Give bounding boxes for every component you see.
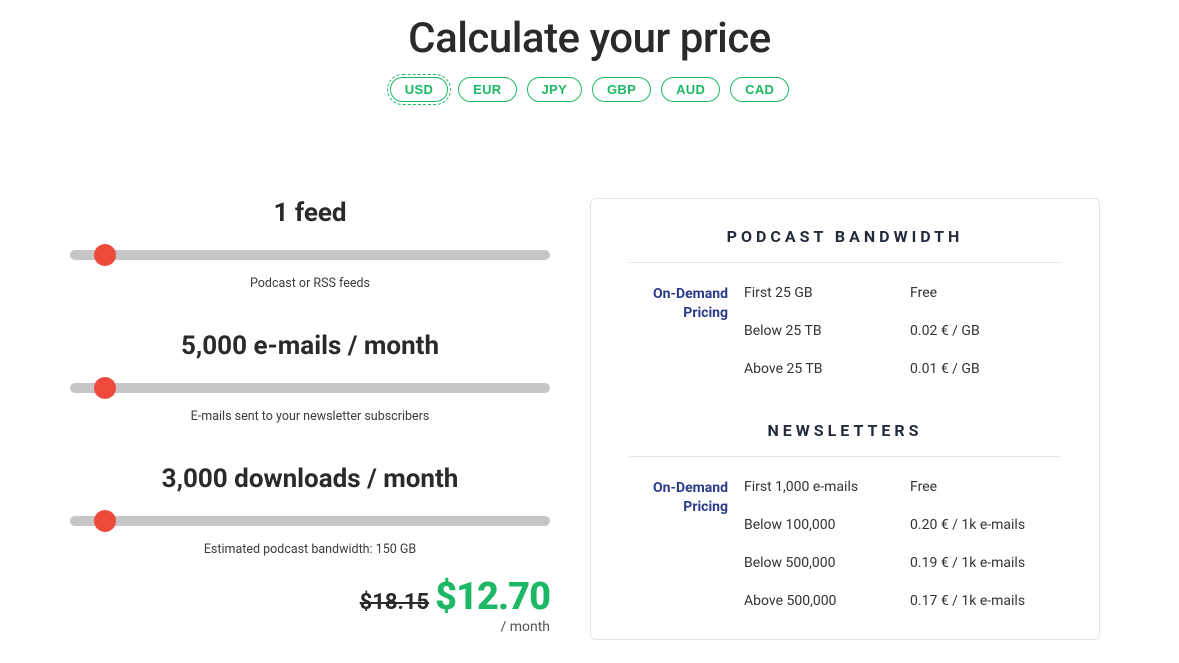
bandwidth-table: On-Demand Pricing First 25 GB Free Below… (629, 285, 1061, 377)
currency-jpy[interactable]: JPY (527, 77, 582, 102)
tier-price: Free (910, 479, 1061, 495)
tier-price: Free (910, 285, 1061, 301)
slider-track (70, 250, 550, 260)
currency-cad[interactable]: CAD (730, 77, 789, 102)
slider-track (70, 383, 550, 393)
price-new: $12.70 (435, 575, 550, 619)
table-row: Above 25 TB 0.01 € / GB (744, 361, 1061, 377)
price-row: $18.15$12.70 (70, 575, 550, 619)
table-row: Below 100,000 0.20 € / 1k e-mails (744, 517, 1061, 533)
table-row: Below 500,000 0.19 € / 1k e-mails (744, 555, 1061, 571)
feeds-heading: 1 feed (70, 198, 550, 228)
table-row: First 25 GB Free (744, 285, 1061, 301)
bandwidth-label: On-Demand Pricing (629, 285, 744, 377)
tier-price: 0.20 € / 1k e-mails (910, 517, 1061, 533)
tier: Above 25 TB (744, 361, 910, 377)
tier: Above 500,000 (744, 593, 910, 609)
page-title: Calculate your price (0, 14, 1179, 63)
tier: Below 500,000 (744, 555, 910, 571)
newsletters-table: On-Demand Pricing First 1,000 e-mails Fr… (629, 479, 1061, 609)
bandwidth-title: PODCAST BANDWIDTH (629, 227, 1061, 246)
currency-gbp[interactable]: GBP (592, 77, 651, 102)
table-row: First 1,000 e-mails Free (744, 479, 1061, 495)
downloads-slider[interactable] (70, 510, 550, 532)
downloads-heading: 3,000 downloads / month (70, 464, 550, 494)
price-period: / month (70, 619, 550, 635)
emails-heading: 5,000 e-mails / month (70, 331, 550, 361)
downloads-caption: Estimated podcast bandwidth: 150 GB (70, 542, 550, 557)
emails-slider-block: 5,000 e-mails / month E-mails sent to yo… (70, 331, 550, 424)
tier: Below 25 TB (744, 323, 910, 339)
newsletters-label: On-Demand Pricing (629, 479, 744, 609)
slider-thumb[interactable] (94, 244, 116, 266)
slider-thumb[interactable] (94, 377, 116, 399)
currency-eur[interactable]: EUR (458, 77, 516, 102)
tier-price: 0.19 € / 1k e-mails (910, 555, 1061, 571)
tier-price: 0.17 € / 1k e-mails (910, 593, 1061, 609)
table-row: Above 500,000 0.17 € / 1k e-mails (744, 593, 1061, 609)
tier-price: 0.02 € / GB (910, 323, 1061, 339)
tier: First 1,000 e-mails (744, 479, 910, 495)
divider (629, 456, 1061, 457)
tier: First 25 GB (744, 285, 910, 301)
price-old: $18.15 (360, 590, 430, 615)
pricing-card: PODCAST BANDWIDTH On-Demand Pricing Firs… (590, 198, 1100, 640)
tier-price: 0.01 € / GB (910, 361, 1061, 377)
currency-usd[interactable]: USD (390, 77, 448, 102)
divider (629, 262, 1061, 263)
downloads-slider-block: 3,000 downloads / month Estimated podcas… (70, 464, 550, 557)
currency-aud[interactable]: AUD (661, 77, 720, 102)
feeds-slider-block: 1 feed Podcast or RSS feeds (70, 198, 550, 291)
slider-thumb[interactable] (94, 510, 116, 532)
emails-slider[interactable] (70, 377, 550, 399)
tier: Below 100,000 (744, 517, 910, 533)
feeds-caption: Podcast or RSS feeds (70, 276, 550, 291)
currency-selector: USD EUR JPY GBP AUD CAD (0, 77, 1179, 102)
newsletters-title: NEWSLETTERS (629, 421, 1061, 440)
slider-track (70, 516, 550, 526)
table-row: Below 25 TB 0.02 € / GB (744, 323, 1061, 339)
emails-caption: E-mails sent to your newsletter subscrib… (70, 409, 550, 424)
feeds-slider[interactable] (70, 244, 550, 266)
